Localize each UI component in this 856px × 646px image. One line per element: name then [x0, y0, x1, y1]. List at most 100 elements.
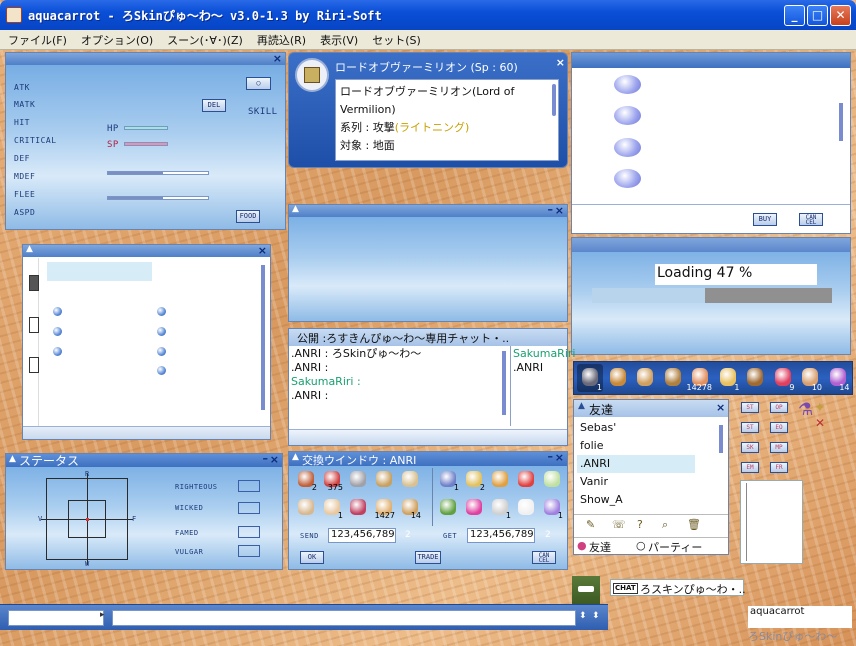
- shortcut-button-st[interactable]: ST: [741, 422, 759, 433]
- shop-slot-1[interactable]: [614, 75, 641, 94]
- trade-item-slot[interactable]: [347, 498, 369, 518]
- trade-item-slot[interactable]: 14: [399, 498, 421, 520]
- scrollbar[interactable]: [261, 265, 265, 410]
- chat-member[interactable]: SakumaRiri: [513, 347, 575, 361]
- minimize-icon[interactable]: –: [548, 203, 554, 216]
- menu-soon[interactable]: スーン(･∀･)(Z): [159, 30, 249, 48]
- shortcut-button-fr[interactable]: FR: [770, 462, 788, 473]
- edit-icon[interactable]: ✎: [586, 518, 595, 531]
- status-window-header[interactable]: ▲ ステータス – ×: [6, 452, 282, 468]
- close-icon[interactable]: ×: [273, 52, 282, 65]
- close-icon[interactable]: ×: [716, 401, 725, 414]
- trade-item-slot[interactable]: [373, 470, 395, 490]
- food-button[interactable]: FOOD: [236, 210, 260, 223]
- scroll-arrows-icon[interactable]: ⬍: [592, 611, 600, 621]
- shortcut-button-mp[interactable]: MP: [770, 442, 788, 453]
- equip-window-header[interactable]: ▲ ×: [23, 244, 270, 257]
- trade-item-slot[interactable]: 2: [295, 470, 317, 492]
- equip-slot-c[interactable]: [29, 357, 39, 373]
- shop-slot-4[interactable]: [614, 169, 641, 188]
- map-icon[interactable]: ✦: [814, 400, 826, 416]
- shop-slot-3[interactable]: [614, 138, 641, 157]
- tab-party[interactable]: パーティー: [648, 539, 702, 555]
- caret-up-icon[interactable]: ▲: [9, 454, 16, 464]
- caret-up-icon[interactable]: ▲: [26, 244, 33, 254]
- caret-up-icon[interactable]: ▲: [292, 452, 299, 462]
- menu-view[interactable]: 表示(V): [312, 30, 364, 48]
- help-icon[interactable]: ?: [637, 518, 643, 531]
- hotbar-slot[interactable]: 14: [825, 364, 851, 392]
- menu-file[interactable]: ファイル(F): [0, 30, 73, 48]
- shortcut-button-sk[interactable]: SK: [741, 442, 759, 453]
- chat-header[interactable]: 公開 :ろすきんぴゅ～わ～専用チャット・..: [289, 329, 567, 346]
- trade-item-slot[interactable]: [437, 498, 459, 518]
- equip-dot[interactable]: [53, 327, 62, 336]
- hotbar-slot[interactable]: 10: [797, 364, 823, 392]
- menu-option[interactable]: オプション(O): [73, 30, 159, 48]
- stats-window-header[interactable]: ×: [6, 52, 285, 65]
- close-icon[interactable]: ✕: [815, 416, 825, 430]
- whisper-icon[interactable]: ☏: [612, 518, 626, 531]
- trade-item-slot[interactable]: 375: [321, 470, 343, 492]
- close-icon[interactable]: ×: [555, 451, 564, 464]
- trade-cancel-button[interactable]: CAN CEL: [532, 551, 556, 564]
- minimap-thumb[interactable]: [572, 576, 600, 604]
- hotbar-slot[interactable]: 1: [577, 364, 603, 392]
- tab-friend[interactable]: 友達: [589, 539, 611, 555]
- search-icon[interactable]: ⌕: [662, 518, 668, 532]
- trade-item-slot[interactable]: [515, 498, 537, 518]
- equip-dot[interactable]: [157, 327, 166, 336]
- shortcut-button-st[interactable]: ST: [741, 402, 759, 413]
- scrollbar[interactable]: [719, 425, 723, 453]
- hotbar-slot[interactable]: 14278: [687, 364, 713, 392]
- dropdown-arrow-icon[interactable]: ▸: [100, 610, 105, 620]
- hotbar-slot[interactable]: [632, 364, 658, 392]
- chat-member[interactable]: .ANRI: [513, 361, 565, 375]
- buy-button[interactable]: BUY: [753, 213, 777, 226]
- equip-dot[interactable]: [157, 366, 166, 375]
- trade-item-slot[interactable]: 2: [463, 470, 485, 492]
- trade-item-slot[interactable]: 1: [541, 498, 563, 520]
- hotbar-slot[interactable]: [742, 364, 768, 392]
- scrollbar[interactable]: [839, 103, 843, 141]
- close-icon[interactable]: ×: [270, 453, 279, 466]
- trade-item-slot[interactable]: [295, 498, 317, 518]
- trade-item-slot[interactable]: [515, 470, 537, 490]
- circle-button[interactable]: ○: [246, 77, 271, 90]
- trade-item-slot[interactable]: [463, 498, 485, 518]
- trash-icon[interactable]: 🗑: [687, 518, 701, 531]
- trade-item-slot[interactable]: 1: [321, 498, 343, 520]
- equip-slot-a[interactable]: [29, 275, 39, 291]
- whisper-target-input[interactable]: [8, 610, 104, 626]
- friend-tab-radio-icon[interactable]: ●: [577, 539, 587, 552]
- hotbar-slot[interactable]: 9: [770, 364, 796, 392]
- cart-icon[interactable]: ⚗: [798, 400, 813, 420]
- minimize-button[interactable]: _: [784, 5, 805, 26]
- shortcut-button-op[interactable]: OP: [770, 402, 788, 413]
- trade-window-header[interactable]: ▲ 交換ウインドウ : ANRI – ×: [289, 450, 567, 467]
- caret-up-icon[interactable]: ▲: [292, 204, 299, 214]
- minimize-icon[interactable]: –: [263, 452, 269, 465]
- equip-slot-b[interactable]: [29, 317, 39, 333]
- close-icon[interactable]: ×: [555, 204, 564, 217]
- scrollbar[interactable]: [552, 84, 556, 116]
- equip-dot[interactable]: [53, 307, 62, 316]
- friends-header[interactable]: ▲ 友達 ×: [574, 400, 728, 417]
- close-icon[interactable]: ×: [258, 244, 267, 257]
- send-zeny[interactable]: 123,456,789: [328, 528, 396, 543]
- close-button[interactable]: ✕: [830, 5, 851, 26]
- menu-reload[interactable]: 再読込(R): [249, 30, 312, 48]
- skill-label[interactable]: SKILL: [248, 107, 278, 117]
- trade-item-slot[interactable]: 1: [489, 498, 511, 520]
- party-tab-radio-icon[interactable]: ○: [636, 539, 646, 552]
- friend-list-item[interactable]: folie: [577, 437, 695, 455]
- blank-window-header[interactable]: ▲ – ×: [289, 203, 567, 217]
- hotbar-slot[interactable]: [605, 364, 631, 392]
- friend-list-item[interactable]: Sebas': [577, 419, 695, 437]
- friend-list-item[interactable]: Vanir: [577, 473, 695, 491]
- minimize-icon[interactable]: –: [548, 450, 554, 463]
- del-button[interactable]: DEL: [202, 99, 226, 112]
- chat-input-bar[interactable]: [289, 429, 567, 445]
- equip-dot[interactable]: [53, 347, 62, 356]
- hotbar-slot[interactable]: [660, 364, 686, 392]
